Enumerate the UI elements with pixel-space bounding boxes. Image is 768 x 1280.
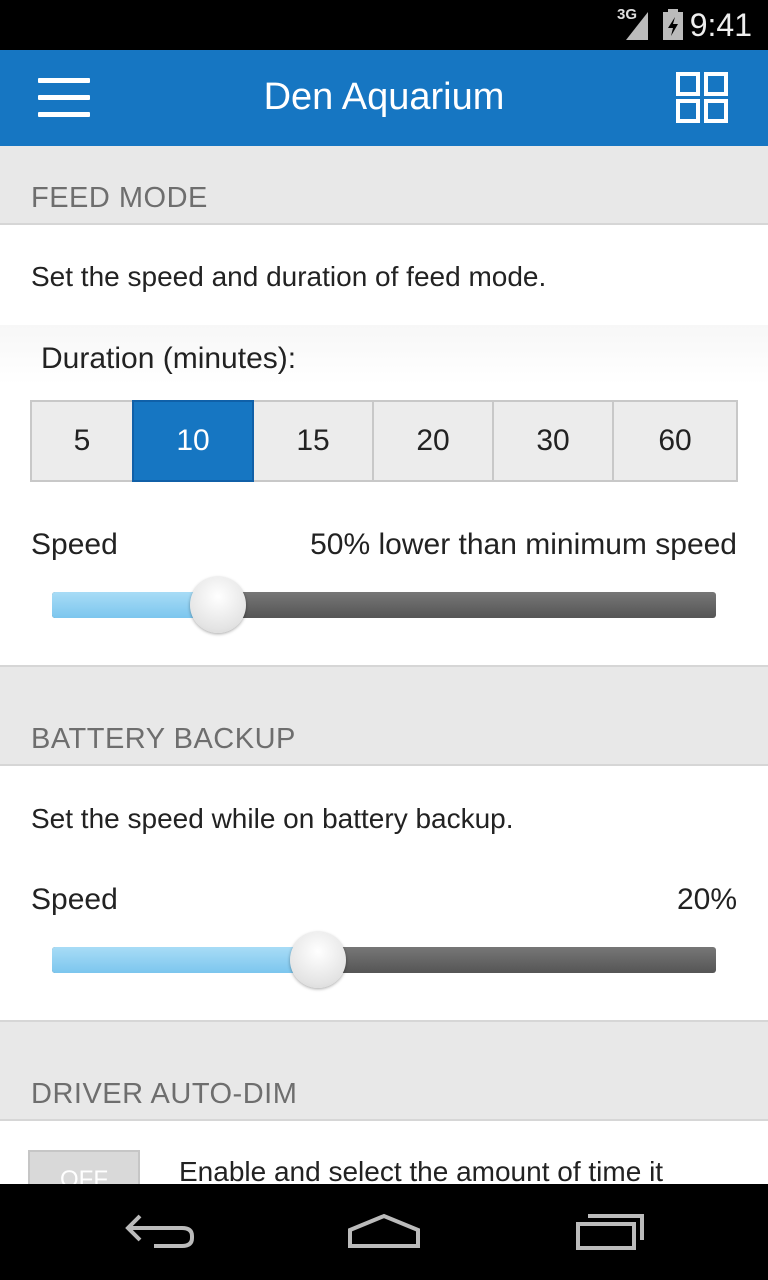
battery-backup-header: BATTERY BACKUP bbox=[31, 723, 296, 755]
slider-thumb[interactable] bbox=[290, 932, 346, 988]
recent-apps-icon[interactable] bbox=[574, 1208, 646, 1252]
duration-option-60[interactable]: 60 bbox=[612, 400, 738, 482]
battery-speed-label: Speed bbox=[31, 883, 118, 916]
duration-label: Duration (minutes): bbox=[41, 342, 297, 375]
duration-option-5[interactable]: 5 bbox=[30, 400, 134, 482]
app-bar: Den Aquarium bbox=[0, 50, 768, 146]
duration-option-20[interactable]: 20 bbox=[372, 400, 494, 482]
driver-auto-dim-header: DRIVER AUTO-DIM bbox=[31, 1078, 298, 1110]
status-bar: 3G 9:41 bbox=[0, 0, 768, 50]
feed-mode-card: Set the speed and duration of feed mode.… bbox=[0, 223, 768, 667]
feed-speed-label: Speed bbox=[31, 528, 118, 561]
duration-option-15[interactable]: 15 bbox=[252, 400, 374, 482]
grid-view-icon[interactable] bbox=[676, 72, 730, 124]
battery-icon bbox=[663, 9, 683, 40]
duration-selector: 5 10 15 20 30 60 bbox=[30, 400, 738, 482]
status-time: 9:41 bbox=[689, 7, 752, 43]
feed-mode-header: FEED MODE bbox=[31, 182, 208, 214]
battery-speed-value: 20% bbox=[676, 883, 737, 916]
slider-thumb[interactable] bbox=[190, 577, 246, 633]
battery-backup-card: Set the speed while on battery backup. S… bbox=[0, 764, 768, 1022]
auto-dim-toggle[interactable]: OFF bbox=[28, 1150, 140, 1184]
battery-backup-description: Set the speed while on battery backup. bbox=[31, 803, 514, 834]
feed-speed-value: 50% lower than minimum speed bbox=[310, 528, 737, 561]
settings-content[interactable]: FEED MODE Set the speed and duration of … bbox=[0, 146, 768, 1184]
duration-option-30[interactable]: 30 bbox=[492, 400, 614, 482]
battery-speed-slider[interactable] bbox=[52, 932, 716, 988]
page-title: Den Aquarium bbox=[263, 76, 505, 118]
slider-fill bbox=[52, 947, 318, 973]
signal-icon bbox=[626, 12, 648, 40]
driver-auto-dim-description: Enable and select the amount of time it bbox=[179, 1156, 664, 1184]
navigation-bar bbox=[0, 1184, 768, 1280]
feed-speed-slider[interactable] bbox=[52, 577, 716, 633]
home-icon[interactable] bbox=[346, 1208, 422, 1252]
back-icon[interactable] bbox=[124, 1208, 196, 1252]
duration-option-10[interactable]: 10 bbox=[132, 400, 254, 482]
feed-mode-description: Set the speed and duration of feed mode. bbox=[31, 261, 547, 292]
